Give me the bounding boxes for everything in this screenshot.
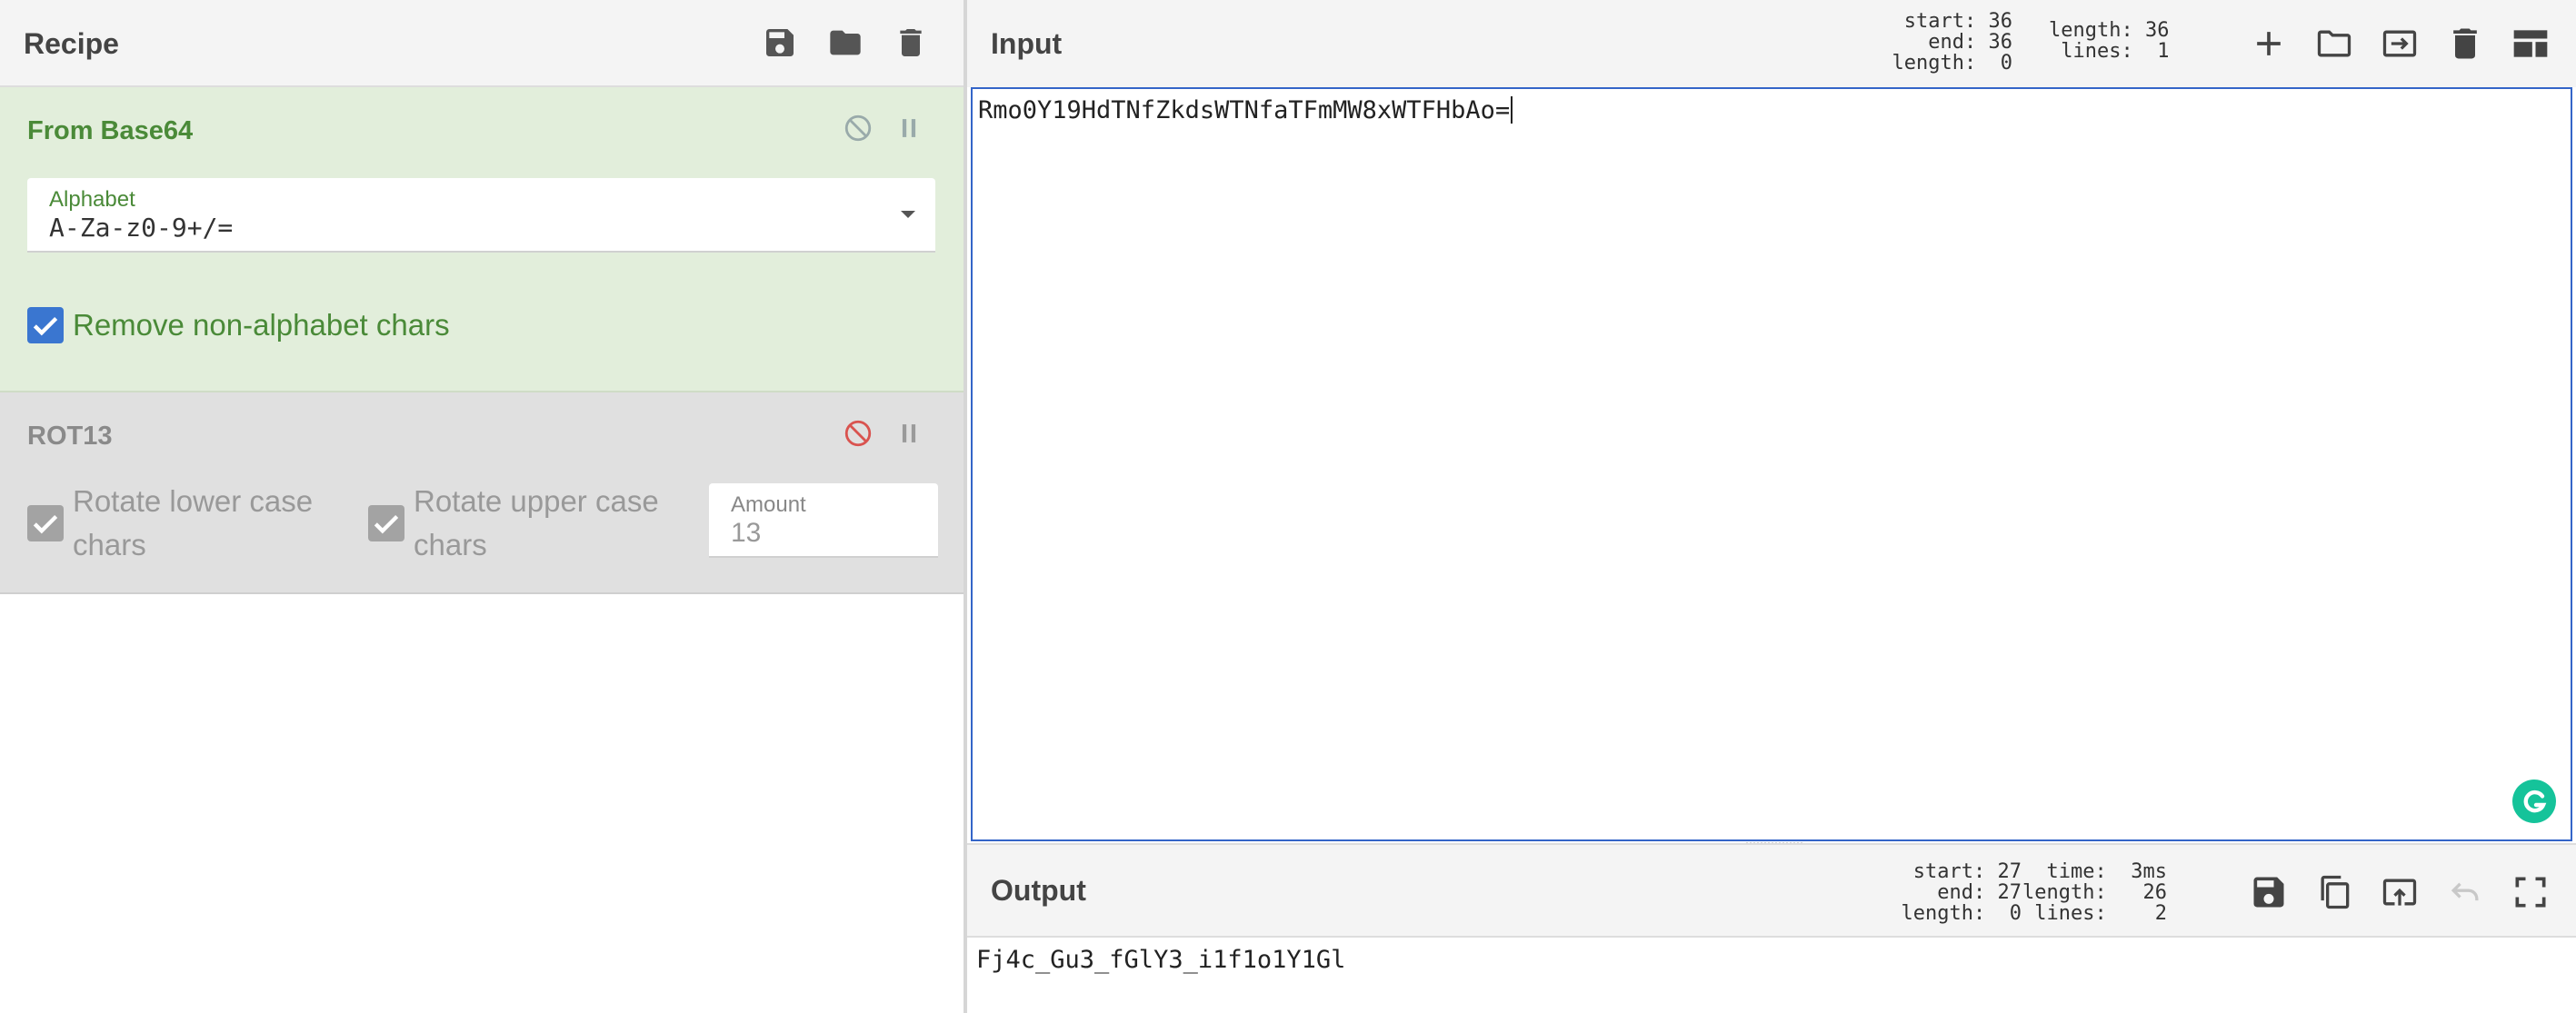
rotate-lower-checkbox[interactable] <box>27 505 64 541</box>
checkmark-icon <box>374 514 399 534</box>
rotate-upper-label: Rotate upper case chars <box>414 484 659 561</box>
output-to-input-icon <box>2382 879 2417 906</box>
load-recipe-button[interactable] <box>827 24 864 62</box>
maximise-output-button[interactable] <box>2511 872 2551 912</box>
trash-icon <box>900 29 922 56</box>
amount-value: 13 <box>731 518 762 548</box>
rotate-lower-label: Rotate lower case chars <box>73 484 314 561</box>
alphabet-value: A-Za-z0-9+/= <box>49 213 234 243</box>
open-folder-input-button[interactable] <box>2380 24 2420 64</box>
layout-icon <box>2513 30 2548 57</box>
input-header: Input start: 36 end: 36 length: 0 length… <box>967 0 2576 87</box>
input-to-output-icon <box>2382 30 2417 57</box>
alphabet-label: Alphabet <box>49 187 135 212</box>
plus-icon <box>2257 32 2281 55</box>
pause-icon <box>902 119 916 137</box>
disable-icon <box>844 420 872 447</box>
save-icon <box>2253 877 2284 908</box>
copy-output-button[interactable] <box>2314 872 2354 912</box>
checkmark-icon <box>33 316 58 336</box>
save-output-button[interactable] <box>2249 872 2289 912</box>
input-length-stats: length: 36 lines: 1 <box>2049 19 2170 63</box>
undo-icon <box>2451 882 2479 901</box>
operation-title: ROT13 <box>27 422 113 451</box>
rotate-upper-checkbox[interactable] <box>368 505 404 541</box>
open-input-file-button[interactable] <box>2314 24 2354 64</box>
checkmark-icon <box>33 514 58 534</box>
undo-button[interactable] <box>2445 872 2485 912</box>
save-recipe-button[interactable] <box>762 24 798 62</box>
grammarly-icon[interactable] <box>2512 780 2556 823</box>
copy-icon <box>2321 875 2350 909</box>
breakpoint-button[interactable] <box>894 418 924 449</box>
output-header: Output start: 27 end: 27 length: 0 time:… <box>967 843 2576 938</box>
output-text: Fj4c_Gu3_fGlY3_i1f1o1Y1Gl <box>976 946 1346 974</box>
operation-rot13[interactable]: ROT13 Rotate lower case chars Rotate upp… <box>0 392 964 594</box>
pause-icon <box>902 424 916 442</box>
clear-recipe-button[interactable] <box>893 24 929 62</box>
replace-input-with-output-button[interactable] <box>2380 872 2420 912</box>
input-textarea[interactable]: Rmo0Y19HdTNfZkdsWTNfaTFmMW8xWTFHbAo= <box>971 87 2572 841</box>
clear-input-button[interactable] <box>2445 24 2485 64</box>
save-icon <box>766 29 794 56</box>
io-panel: Input start: 36 end: 36 length: 0 length… <box>967 0 2576 1013</box>
input-text: Rmo0Y19HdTNfZkdsWTNfaTFmMW8xWTFHbAo= <box>978 96 1513 124</box>
breakpoint-button[interactable] <box>894 113 924 144</box>
output-info-stats: time: 3ms length: 26 lines: 2 <box>2022 860 2167 925</box>
input-title: Input <box>991 27 1063 60</box>
operation-from-base64[interactable]: From Base64 Alphabet A-Za-z0-9+/= Remove… <box>0 87 964 392</box>
operation-title: From Base64 <box>27 116 194 145</box>
output-selection-stats: start: 27 end: 27 length: 0 <box>1901 860 2022 925</box>
add-input-tab-button[interactable] <box>2249 24 2289 64</box>
folder-icon <box>2317 30 2351 57</box>
folder-icon <box>830 30 861 55</box>
text-cursor <box>1511 96 1513 124</box>
remove-nonalpha-label: Remove non-alphabet chars <box>73 308 450 342</box>
remove-nonalpha-checkbox[interactable] <box>27 307 64 343</box>
input-selection-stats: start: 36 end: 36 length: 0 <box>1892 10 2012 74</box>
recipe-panel: Recipe From Base64 Alphabet A-Za-z0-9+/=… <box>0 0 964 1013</box>
dropdown-arrow-icon <box>901 211 915 218</box>
enable-operation-button[interactable] <box>843 418 874 449</box>
alphabet-select[interactable]: Alphabet A-Za-z0-9+/= <box>27 178 935 253</box>
recipe-title: Recipe <box>24 27 119 60</box>
amount-input[interactable]: Amount 13 <box>709 483 938 558</box>
output-textarea[interactable]: Fj4c_Gu3_fGlY3_i1f1o1Y1Gl <box>967 938 2576 1013</box>
recipe-header: Recipe <box>0 0 964 87</box>
reset-layout-button[interactable] <box>2511 24 2551 64</box>
disable-operation-button[interactable] <box>843 113 874 144</box>
fullscreen-icon <box>2515 877 2546 908</box>
disable-icon <box>844 114 872 142</box>
output-title: Output <box>991 874 1086 907</box>
trash-icon <box>2453 28 2477 59</box>
amount-label: Amount <box>731 492 806 517</box>
